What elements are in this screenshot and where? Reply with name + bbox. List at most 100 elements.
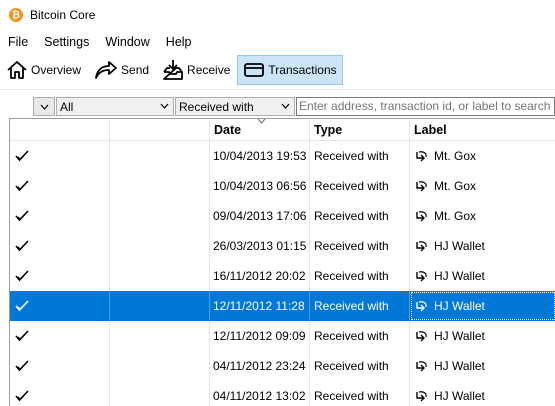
confirmed-check-icon xyxy=(15,210,29,222)
type-cell: Received with xyxy=(310,231,410,261)
date-cell: 16/11/2012 20:02 xyxy=(210,261,310,291)
label-column-header[interactable]: Label xyxy=(410,119,555,141)
watch-only-cell xyxy=(110,381,210,406)
chevron-down-icon xyxy=(160,103,169,109)
home-icon xyxy=(7,61,27,79)
table-row[interactable]: 10/04/2013 19:53 Received with Mt. Gox xyxy=(10,141,555,171)
menu-settings[interactable]: Settings xyxy=(36,32,97,52)
confirmed-check-icon xyxy=(15,180,29,192)
type-filter[interactable]: Received with xyxy=(175,97,295,116)
table-row[interactable]: 09/04/2013 17:06 Received with Mt. Gox xyxy=(10,201,555,231)
received-arrow-icon xyxy=(416,300,427,311)
watch-only-cell xyxy=(110,141,210,171)
table-row[interactable]: 04/11/2012 13:02 Received with HJ Wallet xyxy=(10,381,555,406)
label-cell: HJ Wallet xyxy=(410,291,555,321)
date-cell: 04/11/2012 23:24 xyxy=(210,351,310,381)
receive-label: Receive xyxy=(187,63,231,77)
confirmed-check-icon xyxy=(15,300,29,312)
confirmed-check-icon xyxy=(15,390,29,402)
watch-only-cell xyxy=(110,171,210,201)
overview-button[interactable]: Overview xyxy=(0,55,87,85)
confirmed-check-icon xyxy=(15,150,29,162)
send-label: Send xyxy=(121,63,150,77)
receive-button[interactable]: Receive xyxy=(156,55,236,85)
watch-only-cell xyxy=(110,351,210,381)
table-row[interactable]: 26/03/2013 01:15 Received with HJ Wallet xyxy=(10,231,555,261)
toolbar-divider xyxy=(0,89,555,90)
transactions-button[interactable]: Transactions xyxy=(237,55,343,85)
label-text: HJ Wallet xyxy=(434,239,485,253)
status-cell xyxy=(10,351,110,381)
status-cell xyxy=(10,141,110,171)
confirmed-check-icon xyxy=(15,330,29,342)
filter-bar: All Received with Enter address, transac… xyxy=(0,95,555,117)
overview-label: Overview xyxy=(31,63,82,77)
label-text: HJ Wallet xyxy=(434,269,485,283)
send-button[interactable]: Send xyxy=(88,55,155,85)
type-cell: Received with xyxy=(310,321,410,351)
date-cell: 10/04/2013 06:56 xyxy=(210,171,310,201)
table-row[interactable]: 10/04/2013 06:56 Received with Mt. Gox xyxy=(10,171,555,201)
status-column-header[interactable] xyxy=(10,119,110,141)
chevron-down-icon xyxy=(40,104,48,110)
search-input[interactable]: Enter address, transaction id, or label … xyxy=(296,97,555,116)
date-cell: 10/04/2013 19:53 xyxy=(210,141,310,171)
label-text: HJ Wallet xyxy=(434,389,485,403)
date-filter-value: All xyxy=(60,99,74,114)
status-cell xyxy=(10,231,110,261)
received-arrow-icon xyxy=(416,210,427,221)
confirmed-check-icon xyxy=(15,270,29,282)
label-cell: HJ Wallet xyxy=(410,261,555,291)
receive-inbox-icon xyxy=(163,60,183,80)
type-cell: Received with xyxy=(310,141,410,171)
watch-only-cell xyxy=(110,321,210,351)
date-cell: 12/11/2012 09:09 xyxy=(210,321,310,351)
table-row[interactable]: 12/11/2012 09:09 Received with HJ Wallet xyxy=(10,321,555,351)
received-arrow-icon xyxy=(416,360,427,371)
status-cell xyxy=(10,321,110,351)
label-text: HJ Wallet xyxy=(434,359,485,373)
watch-column-header[interactable] xyxy=(110,119,210,141)
type-cell: Received with xyxy=(310,351,410,381)
type-cell: Received with xyxy=(310,291,410,321)
label-cell: Mt. Gox xyxy=(410,171,555,201)
received-arrow-icon xyxy=(416,240,427,251)
label-cell: HJ Wallet xyxy=(410,231,555,261)
label-cell: Mt. Gox xyxy=(410,141,555,171)
confirmed-check-icon xyxy=(15,360,29,372)
table-row[interactable]: 04/11/2012 23:24 Received with HJ Wallet xyxy=(10,351,555,381)
type-cell: Received with xyxy=(310,261,410,291)
bitcoin-logo-icon: ₿ xyxy=(9,8,23,22)
label-cell: Mt. Gox xyxy=(410,201,555,231)
transactions-card-icon xyxy=(244,63,265,77)
date-cell: 26/03/2013 01:15 xyxy=(210,231,310,261)
window-title: Bitcoin Core xyxy=(30,8,96,22)
type-cell: Received with xyxy=(310,381,410,406)
date-cell: 12/11/2012 11:28 xyxy=(210,291,310,321)
main-toolbar: Overview Send Receive Transactions xyxy=(0,53,555,87)
type-cell: Received with xyxy=(310,171,410,201)
table-row[interactable]: 12/11/2012 11:28 Received with HJ Wallet xyxy=(10,291,555,321)
transactions-label: Transactions xyxy=(268,63,337,77)
status-cell xyxy=(10,261,110,291)
label-text: HJ Wallet xyxy=(434,329,485,343)
menu-window[interactable]: Window xyxy=(97,32,157,52)
status-cell xyxy=(10,381,110,406)
date-cell: 04/11/2012 13:02 xyxy=(210,381,310,406)
table-row[interactable]: 16/11/2012 20:02 Received with HJ Wallet xyxy=(10,261,555,291)
chevron-down-icon xyxy=(281,103,290,109)
watch-only-cell xyxy=(110,231,210,261)
menu-bar: File Settings Window Help xyxy=(0,32,200,52)
type-cell: Received with xyxy=(310,201,410,231)
type-column-header[interactable]: Type xyxy=(310,119,410,141)
received-arrow-icon xyxy=(416,180,427,191)
status-cell xyxy=(10,291,110,321)
type-filter-value: Received with xyxy=(179,99,254,114)
menu-help[interactable]: Help xyxy=(158,32,200,52)
watch-only-filter[interactable] xyxy=(33,97,55,116)
date-cell: 09/04/2013 17:06 xyxy=(210,201,310,231)
date-filter[interactable]: All xyxy=(56,97,174,116)
label-text: HJ Wallet xyxy=(434,299,485,313)
menu-file[interactable]: File xyxy=(0,32,36,52)
label-text: Mt. Gox xyxy=(434,149,477,163)
